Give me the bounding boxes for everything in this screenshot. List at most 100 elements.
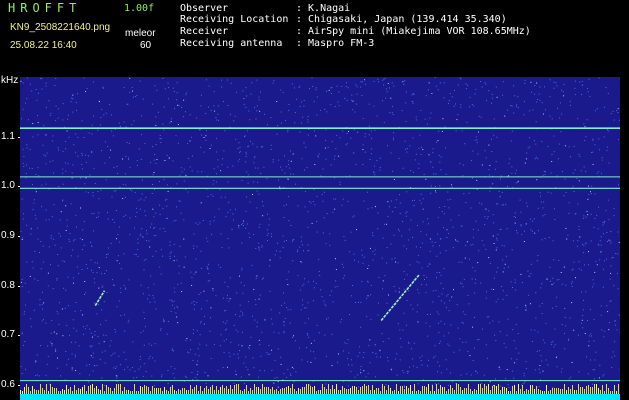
noise-dot bbox=[201, 134, 202, 136]
noise-dot bbox=[347, 357, 348, 359]
noise-dot bbox=[507, 384, 509, 386]
noise-dot bbox=[233, 353, 235, 355]
noise-dot bbox=[46, 363, 48, 365]
noise-dot bbox=[545, 171, 546, 173]
noise-dot bbox=[529, 276, 531, 278]
noise-dot bbox=[516, 307, 518, 308]
noise-dot bbox=[271, 236, 272, 238]
noise-dot bbox=[224, 130, 226, 132]
power-spike bbox=[474, 389, 475, 394]
power-spike bbox=[452, 388, 453, 394]
noise-dot bbox=[106, 256, 107, 258]
noise-dot bbox=[557, 158, 559, 160]
noise-dot bbox=[318, 271, 320, 272]
power-spike bbox=[102, 384, 103, 394]
noise-dot bbox=[304, 169, 305, 171]
noise-dot bbox=[142, 236, 144, 238]
noise-dot bbox=[555, 305, 557, 307]
noise-dot bbox=[28, 291, 30, 293]
noise-dot bbox=[301, 262, 303, 264]
noise-dot bbox=[585, 291, 587, 293]
noise-dot bbox=[170, 366, 172, 368]
noise-dot bbox=[333, 158, 335, 160]
noise-dot bbox=[252, 357, 254, 359]
noise-dot bbox=[177, 142, 179, 144]
noise-dot bbox=[225, 309, 227, 311]
noise-dot bbox=[387, 357, 388, 358]
noise-dot bbox=[547, 145, 549, 147]
noise-dot bbox=[271, 318, 272, 320]
noise-dot bbox=[417, 289, 418, 291]
noise-dot bbox=[67, 163, 69, 165]
noise-dot bbox=[306, 167, 308, 169]
noise-dot bbox=[417, 304, 419, 306]
noise-dot bbox=[440, 300, 442, 302]
noise-dot bbox=[475, 136, 477, 138]
noise-dot bbox=[175, 312, 177, 314]
noise-dot bbox=[92, 195, 94, 197]
noise-dot bbox=[495, 86, 497, 88]
noise-dot bbox=[565, 227, 567, 229]
noise-dot bbox=[391, 211, 393, 213]
noise-dot bbox=[72, 249, 74, 251]
noise-dot bbox=[596, 172, 598, 174]
noise-dot bbox=[446, 295, 448, 297]
noise-dot bbox=[396, 353, 398, 355]
noise-dot bbox=[311, 222, 313, 224]
noise-dot bbox=[498, 190, 500, 192]
noise-dot bbox=[296, 251, 298, 253]
noise-dot bbox=[553, 346, 555, 348]
noise-dot bbox=[582, 315, 584, 317]
noise-dot bbox=[227, 211, 229, 213]
noise-dot bbox=[345, 86, 347, 88]
noise-dot bbox=[395, 290, 397, 292]
noise-dot bbox=[138, 199, 140, 201]
noise-dot bbox=[544, 86, 545, 88]
power-spike bbox=[616, 391, 617, 394]
noise-dot bbox=[162, 78, 164, 79]
receiver-value: : AirSpy mini (Miakejima VOR 108.65MHz) bbox=[296, 26, 531, 37]
noise-dot bbox=[57, 147, 59, 149]
noise-dot bbox=[62, 260, 64, 262]
noise-dot bbox=[299, 131, 301, 133]
noise-dot bbox=[581, 80, 583, 82]
noise-dot bbox=[315, 282, 317, 284]
noise-dot bbox=[152, 295, 154, 297]
noise-dot bbox=[233, 219, 234, 221]
noise-dot bbox=[146, 240, 147, 242]
noise-dot bbox=[293, 367, 295, 369]
noise-dot bbox=[428, 89, 429, 91]
noise-dot bbox=[21, 278, 23, 280]
noise-dot bbox=[515, 289, 517, 291]
power-spike bbox=[58, 391, 59, 394]
noise-dot bbox=[448, 102, 449, 104]
noise-dot bbox=[313, 340, 315, 342]
noise-dot bbox=[33, 202, 35, 204]
noise-dot bbox=[487, 357, 489, 359]
power-spike bbox=[550, 390, 551, 394]
noise-dot bbox=[143, 344, 145, 346]
noise-dot bbox=[436, 141, 437, 143]
noise-dot bbox=[530, 273, 532, 275]
noise-dot bbox=[461, 283, 463, 285]
noise-dot bbox=[227, 286, 229, 288]
noise-dot bbox=[585, 216, 587, 218]
noise-dot bbox=[207, 240, 209, 242]
noise-dot bbox=[151, 223, 153, 225]
noise-dot bbox=[572, 240, 574, 242]
noise-dot bbox=[523, 372, 525, 374]
noise-dot bbox=[434, 77, 436, 79]
noise-dot bbox=[93, 213, 95, 215]
noise-dot bbox=[371, 148, 373, 150]
power-spike bbox=[350, 388, 351, 394]
noise-dot bbox=[313, 351, 315, 353]
noise-dot bbox=[155, 162, 157, 164]
noise-dot bbox=[190, 271, 192, 273]
noise-dot bbox=[461, 130, 463, 132]
noise-dot bbox=[549, 96, 551, 98]
noise-dot bbox=[341, 263, 343, 265]
noise-dot bbox=[582, 327, 584, 329]
noise-dot bbox=[556, 366, 558, 368]
noise-dot bbox=[107, 253, 109, 255]
noise-dot bbox=[87, 381, 89, 383]
